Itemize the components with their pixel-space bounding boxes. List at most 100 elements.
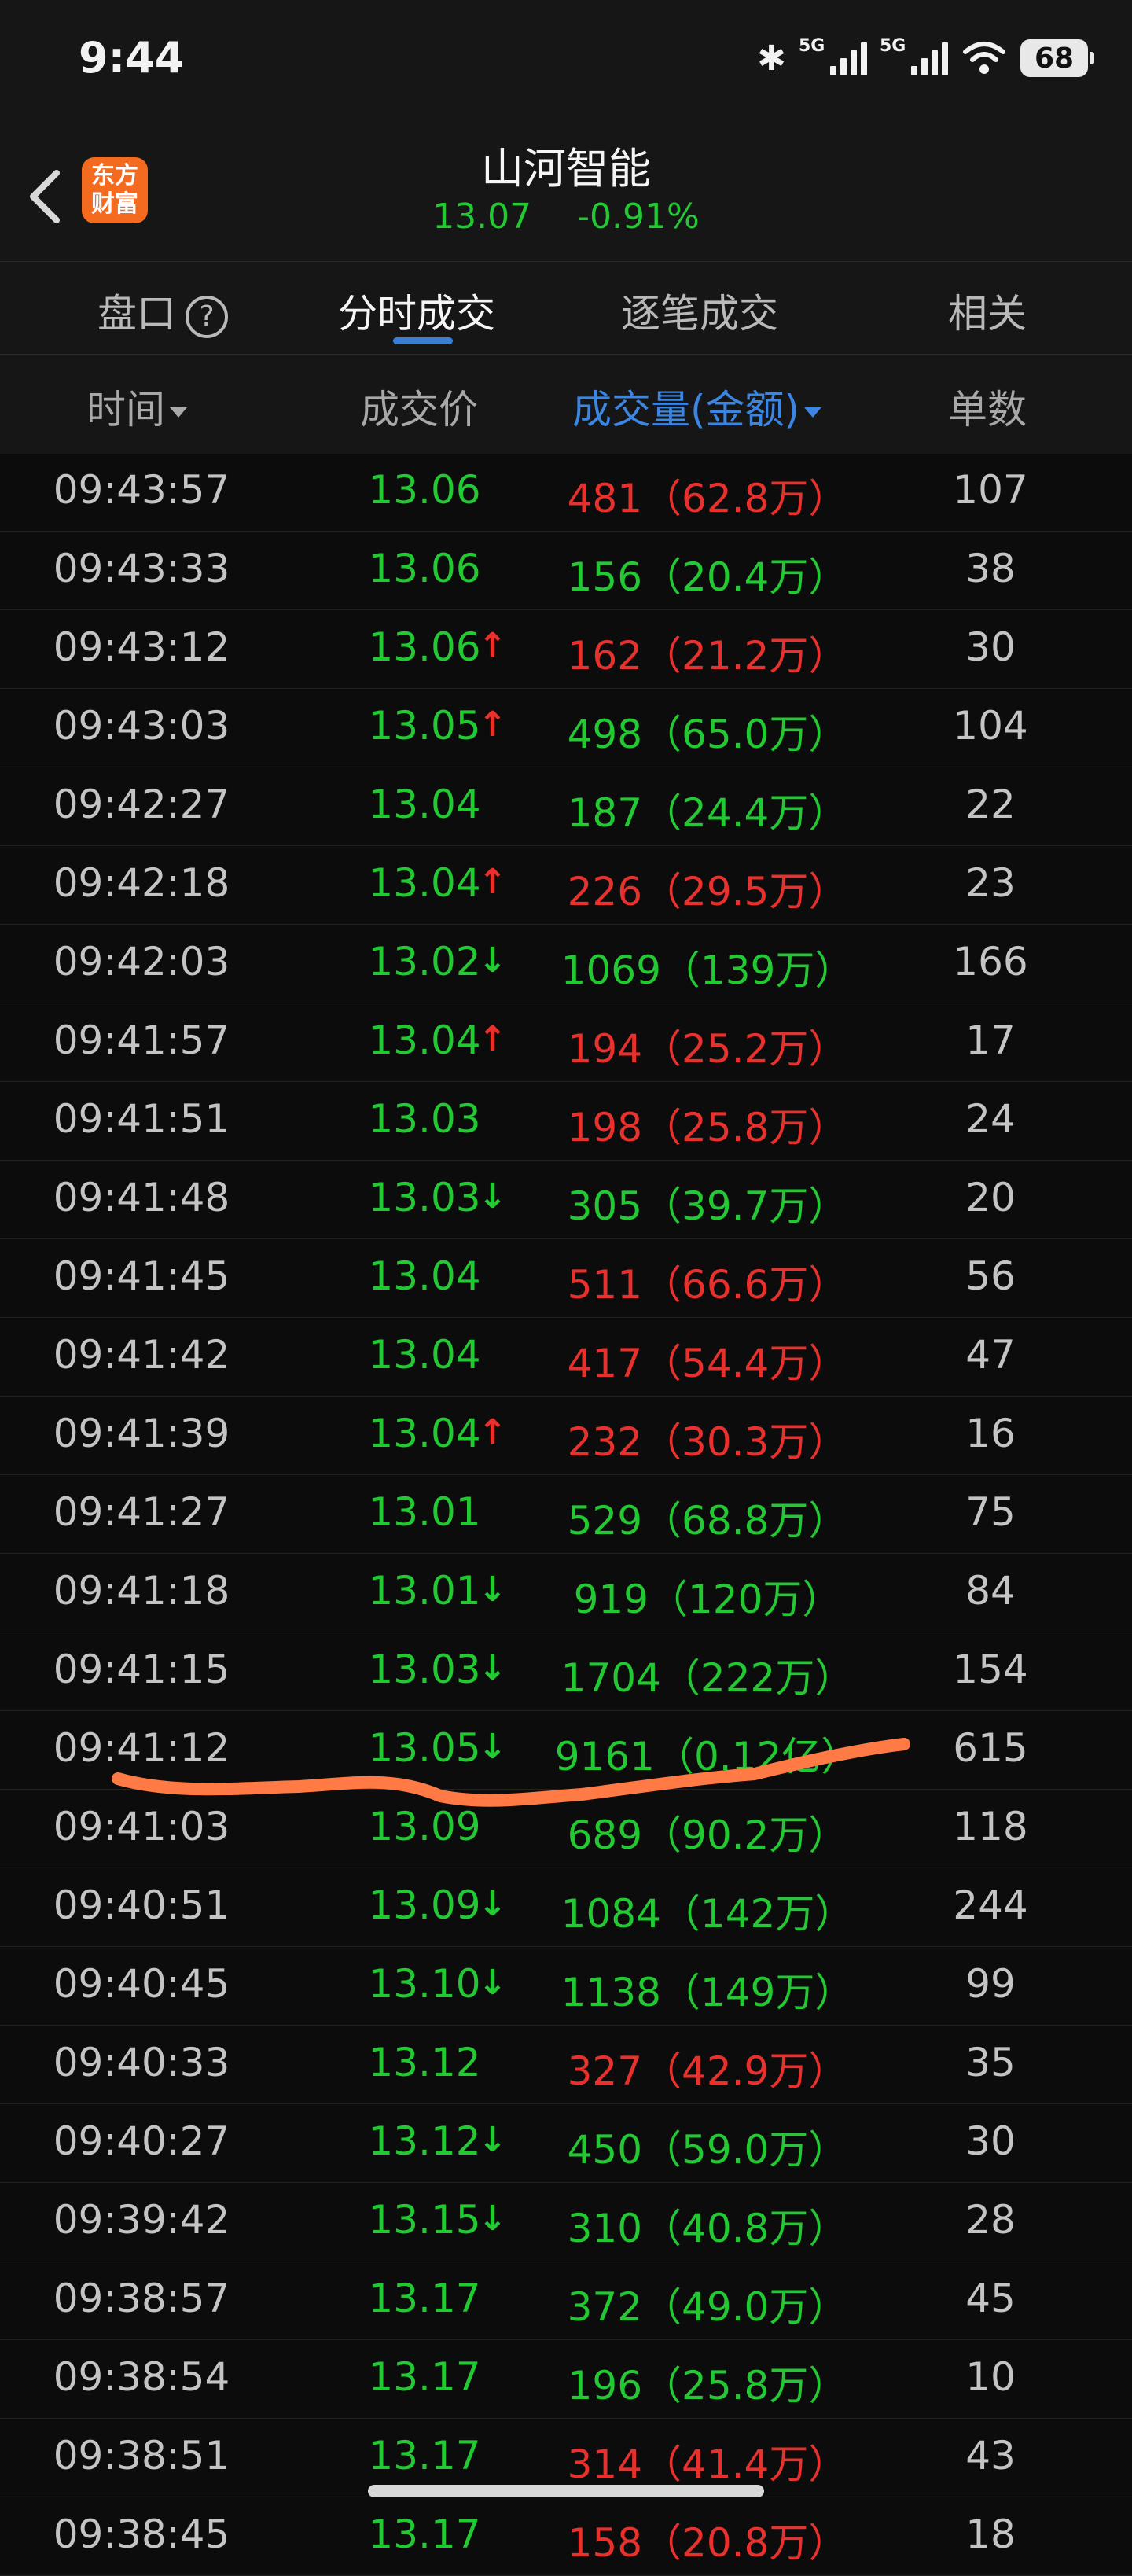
trade-count: 30 bbox=[965, 2118, 1016, 2164]
trade-count: 75 bbox=[965, 1489, 1016, 1535]
trade-time: 09:43:03 bbox=[53, 703, 230, 749]
tab-tick-trades[interactable]: 逐笔成交 bbox=[621, 282, 778, 339]
trade-count: 45 bbox=[965, 2276, 1016, 2321]
tab-related[interactable]: 相关 bbox=[948, 282, 1027, 339]
trade-volume: 194（25.2万） bbox=[567, 1026, 848, 1072]
tab-bar: 盘口? 分时成交 逐笔成交 相关 bbox=[0, 261, 1132, 355]
price-change: -0.91% bbox=[577, 197, 700, 237]
trade-count: 18 bbox=[965, 2512, 1016, 2557]
trade-count: 84 bbox=[965, 1568, 1016, 1614]
trade-count: 104 bbox=[953, 703, 1028, 749]
trade-count: 35 bbox=[965, 2040, 1016, 2085]
trade-volume: 919（120万） bbox=[573, 1577, 842, 1622]
home-indicator bbox=[368, 2485, 764, 2497]
sort-caret-icon bbox=[804, 407, 822, 418]
price-line: 13.07 -0.91% bbox=[0, 197, 1132, 237]
trade-count: 28 bbox=[965, 2197, 1016, 2243]
price-direction-icon: ↓ bbox=[478, 1963, 507, 2003]
trade-volume: 314（41.4万） bbox=[567, 2442, 848, 2487]
price-direction-icon: ↓ bbox=[478, 1176, 507, 1216]
tab-label: 分时成交 bbox=[338, 291, 495, 337]
trade-row: 09:41:15 13.03 ↓ 1704（222万） 154 bbox=[0, 1632, 1132, 1711]
trade-volume: 689（90.2万） bbox=[567, 1812, 848, 1858]
column-label: 单数 bbox=[948, 387, 1027, 432]
current-price: 13.07 bbox=[432, 197, 532, 237]
trade-time: 09:41:42 bbox=[53, 1332, 230, 1378]
trade-time: 09:41:15 bbox=[53, 1647, 230, 1692]
stock-header: 东方 财富 山河智能 13.07 -0.91% bbox=[0, 118, 1132, 261]
trade-price: 13.17 bbox=[368, 2512, 481, 2557]
trade-row: 09:41:03 13.09 689（90.2万） 118 bbox=[0, 1790, 1132, 1868]
trade-time: 09:41:27 bbox=[53, 1489, 230, 1535]
trade-time: 09:40:51 bbox=[53, 1882, 230, 1928]
column-header: 时间 成交价 成交量(金额) 单数 bbox=[0, 354, 1132, 454]
trade-time: 09:42:03 bbox=[53, 939, 230, 984]
tab-pankou[interactable]: 盘口? bbox=[97, 282, 228, 339]
trade-volume: 9161（0.12亿） bbox=[554, 1734, 861, 1779]
trade-price: 13.06 bbox=[368, 546, 481, 591]
trade-price: 13.01 bbox=[368, 1489, 481, 1535]
column-price: 成交价 bbox=[360, 378, 478, 435]
trade-row: 09:41:12 13.05 ↓ 9161（0.12亿） 615 bbox=[0, 1711, 1132, 1790]
trade-volume: 226（29.5万） bbox=[567, 869, 848, 914]
trade-price: 13.04 bbox=[368, 1253, 481, 1299]
trade-row: 09:41:48 13.03 ↓ 305（39.7万） 20 bbox=[0, 1161, 1132, 1239]
trade-price: 13.03 bbox=[368, 1096, 481, 1142]
trade-row: 09:41:57 13.04 ↑ 194（25.2万） 17 bbox=[0, 1003, 1132, 1082]
price-direction-icon: ↑ bbox=[478, 862, 507, 902]
trade-volume: 327（42.9万） bbox=[567, 2048, 848, 2094]
trade-volume: 481（62.8万） bbox=[567, 476, 848, 521]
trade-volume: 198（25.8万） bbox=[567, 1105, 848, 1150]
trade-count: 24 bbox=[965, 1096, 1016, 1142]
trade-row: 09:40:33 13.12 327（42.9万） 35 bbox=[0, 2026, 1132, 2104]
price-direction-icon: ↑ bbox=[478, 705, 507, 745]
trade-row: 09:41:39 13.04 ↑ 232（30.3万） 16 bbox=[0, 1397, 1132, 1475]
battery-level: 68 bbox=[1034, 42, 1075, 75]
trade-row: 09:41:18 13.01 ↓ 919（120万） 84 bbox=[0, 1554, 1132, 1632]
trade-time: 09:42:27 bbox=[53, 782, 230, 827]
trade-count: 43 bbox=[965, 2433, 1016, 2478]
trade-count: 615 bbox=[953, 1725, 1028, 1771]
tab-time-sharing-trades[interactable]: 分时成交 bbox=[338, 282, 495, 339]
column-label: 时间 bbox=[86, 387, 165, 432]
tab-label: 逐笔成交 bbox=[621, 291, 778, 337]
trade-count: 38 bbox=[965, 546, 1016, 591]
trade-row: 09:38:54 13.17 196（25.8万） 10 bbox=[0, 2340, 1132, 2419]
trade-row: 09:40:45 13.10 ↓ 1138（149万） 99 bbox=[0, 1947, 1132, 2026]
trade-count: 166 bbox=[953, 939, 1028, 984]
trade-time: 09:38:57 bbox=[53, 2276, 230, 2321]
trade-volume: 1138（149万） bbox=[560, 1970, 855, 2015]
trade-time: 09:40:33 bbox=[53, 2040, 230, 2085]
trade-time: 09:41:45 bbox=[53, 1253, 230, 1299]
wifi-icon bbox=[963, 42, 1005, 74]
trade-row: 09:40:27 13.12 ↓ 450（59.0万） 30 bbox=[0, 2104, 1132, 2183]
tab-label: 盘口 bbox=[97, 291, 176, 337]
trade-time: 09:41:39 bbox=[53, 1411, 230, 1456]
trade-count: 20 bbox=[965, 1175, 1016, 1220]
trade-time: 09:41:18 bbox=[53, 1568, 230, 1614]
trade-volume: 187（24.4万） bbox=[567, 790, 848, 836]
trade-volume: 529（68.8万） bbox=[567, 1498, 848, 1544]
trade-count: 10 bbox=[965, 2354, 1016, 2400]
column-time[interactable]: 时间 bbox=[86, 378, 187, 435]
status-time: 9:44 bbox=[79, 33, 185, 83]
trade-row: 09:43:33 13.06 156（20.4万） 38 bbox=[0, 532, 1132, 610]
column-label: 成交量(金额) bbox=[572, 387, 800, 432]
trade-time: 09:42:18 bbox=[53, 860, 230, 906]
trade-time: 09:38:45 bbox=[53, 2512, 230, 2557]
battery-icon: 68 bbox=[1020, 39, 1094, 77]
help-icon[interactable]: ? bbox=[186, 295, 228, 338]
trade-count: 16 bbox=[965, 1411, 1016, 1456]
column-volume[interactable]: 成交量(金额) bbox=[572, 378, 822, 435]
trade-volume: 305（39.7万） bbox=[567, 1183, 848, 1229]
trade-price: 13.17 bbox=[368, 2433, 481, 2478]
network-label: 5G bbox=[880, 36, 906, 56]
trade-row: 09:38:45 13.17 158（20.8万） 18 bbox=[0, 2497, 1132, 2576]
trade-price: 13.04 bbox=[368, 782, 481, 827]
stock-name: 山河智能 bbox=[481, 144, 651, 193]
trade-volume: 1084（142万） bbox=[560, 1891, 855, 1937]
price-direction-icon: ↓ bbox=[478, 1570, 507, 1610]
bluetooth-icon: ✱ bbox=[757, 38, 786, 79]
price-direction-icon: ↓ bbox=[478, 1648, 507, 1688]
trade-time: 09:41:51 bbox=[53, 1096, 230, 1142]
